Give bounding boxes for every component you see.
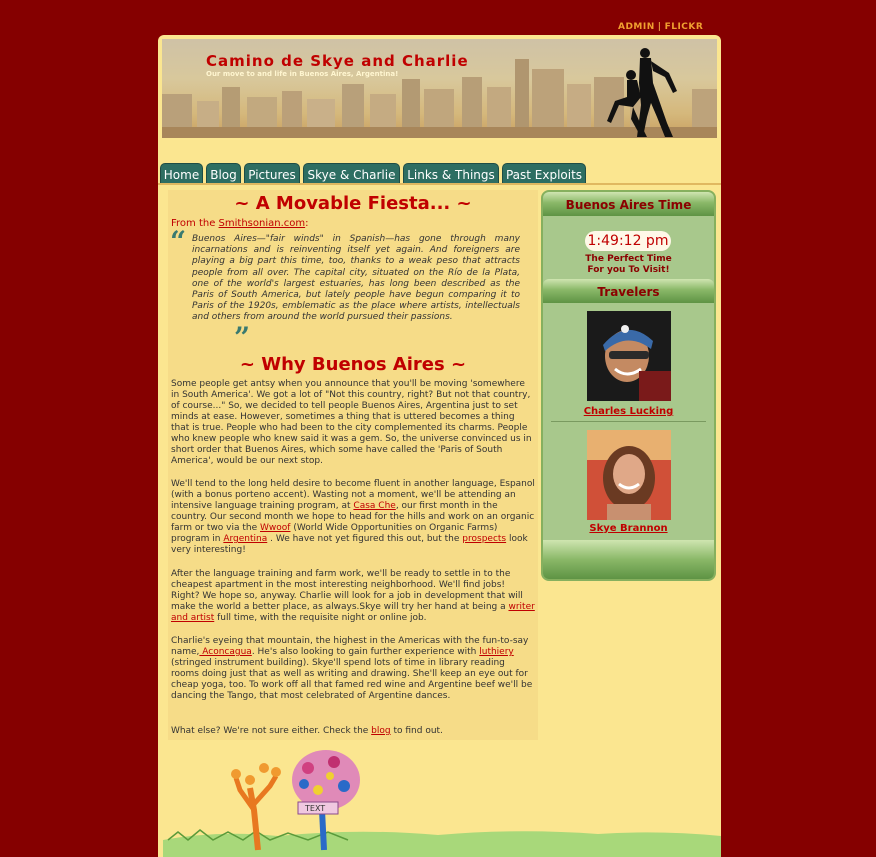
nav-links-things[interactable]: Links & Things xyxy=(403,163,499,184)
page-container: Camino de Skye and Charlie Our move to a… xyxy=(158,35,721,857)
p3-text-1: After the language training and farm wor… xyxy=(171,569,523,612)
paragraph-3: After the language training and farm wor… xyxy=(171,569,535,624)
nav-past-exploits[interactable]: Past Exploits xyxy=(502,163,586,184)
open-quote-icon: “ xyxy=(170,225,187,258)
ba-clock: 1:49:12 pm xyxy=(585,231,671,251)
p4-text-2: . He's also looking to gain further expe… xyxy=(251,647,480,657)
tango-dancers-icon xyxy=(607,48,677,137)
from-suffix: : xyxy=(305,218,309,229)
sidebar: Buenos Aires Time 1:49:12 pm The Perfect… xyxy=(541,190,716,581)
footer-art: TEXT xyxy=(158,740,721,857)
site-subtitle: Our move to and life in Buenos Aires, Ar… xyxy=(206,70,399,78)
wwoof-link[interactable]: Wwoof xyxy=(260,523,290,533)
p2-text-4: . We have not yet figured this out, but … xyxy=(267,534,463,544)
sidebar-footer xyxy=(543,540,714,579)
heading-why-buenos-aires: ~ Why Buenos Aires ~ xyxy=(239,354,467,375)
paragraph-2: We'll tend to the long held desire to be… xyxy=(171,479,535,556)
nav-skye-charlie[interactable]: Skye & Charlie xyxy=(303,163,400,184)
p3-text-2: full time, with the requisite night or o… xyxy=(214,613,427,623)
from-line: From the Smithsonian.com: xyxy=(171,218,309,229)
paragraph-4: Charlie's eyeing that mountain, the high… xyxy=(171,636,535,702)
traveler-divider xyxy=(551,421,706,422)
nav-pictures[interactable]: Pictures xyxy=(244,163,300,184)
paragraph-1: Some people get antsy when you announce … xyxy=(171,379,532,466)
main-content: ~ A Movable Fiesta... ~ From the Smithso… xyxy=(168,190,538,740)
aconcagua-link[interactable]: Aconcagua xyxy=(199,647,252,657)
toplinks-separator: | xyxy=(657,22,662,32)
footer-sign-text: TEXT xyxy=(304,804,325,813)
casa-che-link[interactable]: Casa Che xyxy=(353,501,395,511)
perfect-line-2: For you To Visit! xyxy=(587,265,670,275)
p5-text-1: What else? We're not sure either. Check … xyxy=(171,726,372,736)
tree-drawing-icon: TEXT xyxy=(163,750,721,857)
p5-text-2: to find out. xyxy=(390,726,443,736)
heading-movable-fiesta: ~ A Movable Fiesta... ~ xyxy=(234,193,472,214)
charles-lucking-link[interactable]: Charles Lucking xyxy=(543,406,714,417)
nav-blog[interactable]: Blog xyxy=(206,163,241,184)
header-banner: Camino de Skye and Charlie Our move to a… xyxy=(162,39,717,138)
site-title[interactable]: Camino de Skye and Charlie xyxy=(206,52,469,70)
smithsonian-link[interactable]: Smithsonian.com xyxy=(219,218,306,229)
luthiery-link[interactable]: luthiery xyxy=(479,647,514,657)
nav-underline xyxy=(158,183,721,185)
close-quote-icon: ” xyxy=(234,321,251,354)
travelers-heading: Travelers xyxy=(543,279,714,303)
ba-time-heading: Buenos Aires Time xyxy=(543,192,714,216)
argentina-link[interactable]: Argentina xyxy=(223,534,267,544)
top-links: ADMIN | FLICKR xyxy=(618,22,703,32)
charles-photo[interactable] xyxy=(587,311,671,401)
admin-link[interactable]: ADMIN xyxy=(618,22,655,32)
perfect-line-1: The Perfect Time xyxy=(585,254,672,264)
flickr-link[interactable]: FLICKR xyxy=(665,22,704,32)
paragraph-5: What else? We're not sure either. Check … xyxy=(171,726,535,737)
skye-brannon-link[interactable]: Skye Brannon xyxy=(543,523,714,534)
smithsonian-quote: Buenos Aires—"fair winds" in Spanish—has… xyxy=(192,234,520,323)
prospects-link[interactable]: prospects xyxy=(462,534,506,544)
blog-link[interactable]: blog xyxy=(371,726,390,736)
skye-photo[interactable] xyxy=(587,430,671,520)
perfect-time-text: The Perfect Time For you To Visit! xyxy=(543,254,714,276)
nav-home[interactable]: Home xyxy=(160,163,203,184)
p4-text-3: (stringed instrument building). Skye'll … xyxy=(171,658,533,701)
